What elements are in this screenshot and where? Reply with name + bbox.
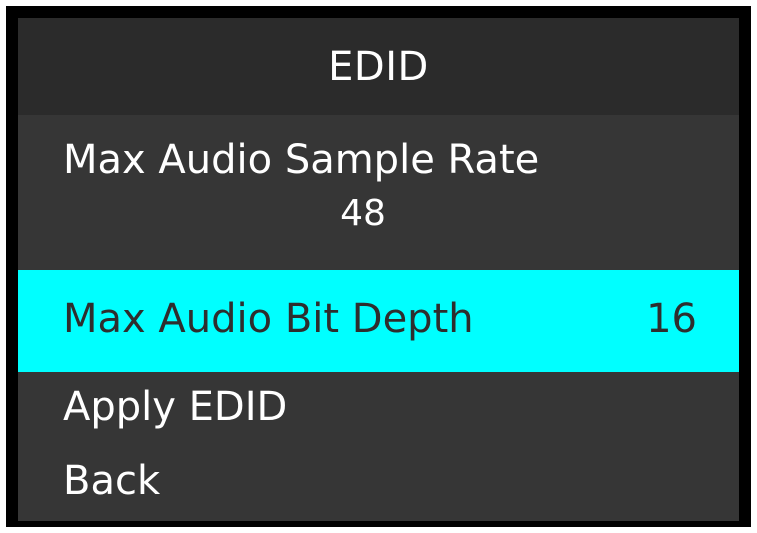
device-screen: EDID Max Audio Sample Rate 48 Max Audio … — [6, 6, 751, 527]
menu-item-back[interactable]: Back — [18, 446, 739, 520]
menu-item-label: Apply EDID — [63, 384, 288, 430]
menu-item-max-audio-bit-depth[interactable]: Max Audio Bit Depth 16 — [18, 270, 739, 372]
menu-title: EDID — [18, 18, 739, 115]
osd-menu-panel: EDID Max Audio Sample Rate 48 Max Audio … — [18, 18, 739, 521]
menu-item-label: Max Audio Sample Rate — [63, 137, 540, 183]
menu-item-max-audio-sample-rate[interactable]: Max Audio Sample Rate 48 — [18, 115, 739, 270]
menu-item-apply-edid[interactable]: Apply EDID — [18, 372, 739, 446]
menu-item-label: Back — [63, 458, 161, 504]
menu-item-value: 48 — [340, 193, 386, 234]
menu-item-label: Max Audio Bit Depth — [63, 296, 474, 342]
menu-item-value: 16 — [646, 296, 697, 342]
